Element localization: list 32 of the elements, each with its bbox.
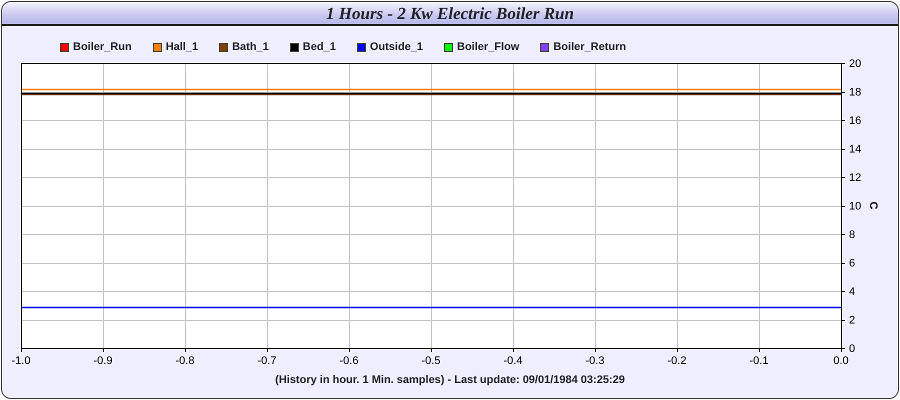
x-tick-label: -0.8 xyxy=(176,355,194,367)
y-tick-label: 8 xyxy=(849,229,856,241)
y-tick-label: 16 xyxy=(849,115,862,127)
legend-label: Boiler_Run xyxy=(73,40,132,55)
y-tick-label: 6 xyxy=(849,258,856,270)
x-tick-label: -0.4 xyxy=(504,355,522,367)
y-tick-label: 4 xyxy=(849,286,856,298)
x-tick-label: 0.0 xyxy=(833,355,849,367)
legend-label: Hall_1 xyxy=(166,40,198,55)
y-tick-label: 10 xyxy=(849,200,862,212)
y-tick-label: 20 xyxy=(849,58,862,70)
chart-footer: (History in hour. 1 Min. samples) - Last update: 09/01/1984 03:25:29 xyxy=(2,372,898,388)
legend-label: Boiler_Flow xyxy=(457,40,520,55)
y-tick-label: 14 xyxy=(849,144,862,156)
legend-label: Bath_1 xyxy=(232,40,269,55)
x-tick-label: -0.9 xyxy=(94,355,112,367)
x-tick-label: -1.0 xyxy=(12,355,30,367)
y-tick-label: 2 xyxy=(849,314,856,326)
x-tick-label: -0.5 xyxy=(422,355,440,367)
x-tick-label: -0.3 xyxy=(586,355,604,367)
x-tick-label: -0.1 xyxy=(750,355,768,367)
y-axis-label: C xyxy=(867,202,879,210)
y-tick-label: 0 xyxy=(849,343,856,355)
legend-label: Boiler_Return xyxy=(553,40,626,55)
y-tick-label: 12 xyxy=(849,172,862,184)
chart-title: 1 Hours - 2 Kw Electric Boiler Run xyxy=(2,2,898,26)
y-tick-label: 18 xyxy=(849,86,862,98)
x-tick-label: -0.7 xyxy=(258,355,276,367)
legend-label: Outside_1 xyxy=(370,40,424,55)
x-tick-label: -0.2 xyxy=(668,355,686,367)
x-tick-label: -0.6 xyxy=(340,355,358,367)
legend-label: Bed_1 xyxy=(302,40,336,55)
